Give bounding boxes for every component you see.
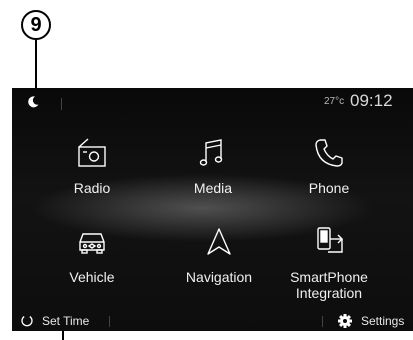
moon-icon[interactable] <box>26 95 40 109</box>
bottom-bar: Set Time Settings <box>12 311 413 331</box>
menu-item-media[interactable]: Media <box>158 136 268 196</box>
menu-item-label: Radio <box>73 180 111 196</box>
set-time-button[interactable]: Set Time <box>42 314 89 328</box>
gear-icon[interactable] <box>338 314 352 328</box>
callout-number: 9 <box>21 10 51 40</box>
bottom-divider <box>109 316 110 327</box>
phone-icon <box>315 139 343 167</box>
status-bar: 27°c 09:12 <box>12 88 413 118</box>
menu-item-smartphone-integration[interactable]: SmartPhone Integration <box>274 225 384 301</box>
menu-item-label: Phone <box>308 180 350 196</box>
settings-button[interactable]: Settings <box>361 314 404 328</box>
menu-item-phone[interactable]: Phone <box>274 136 384 196</box>
menu-item-vehicle[interactable]: Vehicle <box>37 225 147 285</box>
outside-temperature: 27°c <box>324 96 345 107</box>
bottom-divider <box>322 316 323 327</box>
callout-pointer-line-bottom <box>62 331 64 340</box>
car-icon <box>79 233 105 254</box>
menu-item-label: SmartPhone Integration <box>290 269 368 301</box>
menu-item-label: Vehicle <box>69 269 115 285</box>
menu-item-radio[interactable]: Radio <box>37 136 147 196</box>
clock: 09:12 <box>350 91 393 110</box>
callout-number-label: 9 <box>30 13 42 36</box>
multimedia-screen: 27°c 09:12 Radio Media Phone Vehicle Nav… <box>12 88 413 331</box>
power-ring-icon[interactable] <box>20 314 34 328</box>
menu-item-label: Navigation <box>185 269 253 285</box>
status-divider <box>61 98 62 110</box>
music-note-icon <box>199 139 223 166</box>
menu-item-label: Media <box>193 180 233 196</box>
smartphone-share-icon <box>317 227 343 253</box>
radio-icon <box>78 138 106 167</box>
menu-item-navigation[interactable]: Navigation <box>164 225 274 285</box>
navigation-arrow-icon <box>207 228 231 255</box>
